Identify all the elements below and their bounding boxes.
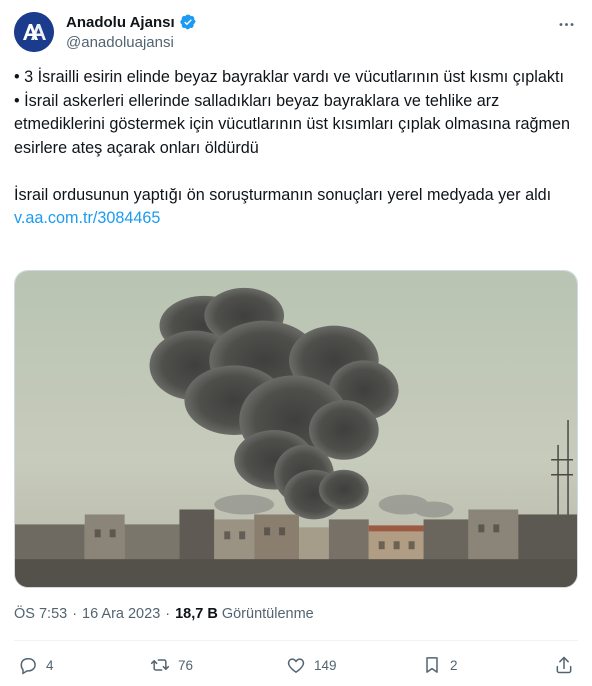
more-horizontal-icon[interactable] (554, 12, 578, 36)
bookmark-count: 2 (450, 657, 458, 673)
tweet-line-2: • İsrail askerleri ellerinde salladıklar… (14, 91, 570, 157)
meta-separator-2: · (165, 606, 171, 622)
meta-separator: · (72, 606, 78, 622)
tweet-line-3-text: İsrail ordusunun yaptığı ön soruşturmanı… (14, 185, 552, 204)
tweet-card: Anadolu Ajansı @anadoluajansi • 3 İsrail… (0, 0, 592, 686)
bookmark-button[interactable]: 2 (422, 652, 458, 678)
views-label: Görüntülenme (221, 606, 314, 622)
aa-logo-icon (14, 12, 54, 52)
verified-badge-icon[interactable] (179, 13, 197, 31)
author-display-name[interactable]: Anadolu Ajansı (66, 14, 175, 31)
reply-button[interactable]: 4 (18, 652, 54, 678)
heart-icon (286, 655, 306, 675)
share-button[interactable] (554, 652, 574, 678)
tweet-line-3: İsrail ordusunun yaptığı ön soruşturmanı… (14, 184, 574, 231)
views-count: 18,7 B (175, 606, 218, 622)
bookmark-icon (422, 655, 442, 675)
divider (14, 640, 578, 641)
retweet-icon (150, 655, 170, 675)
retweet-count: 76 (178, 657, 194, 673)
tweet-date[interactable]: 16 Ara 2023 (82, 606, 160, 622)
tweet-time[interactable]: ÖS 7:53 (14, 606, 67, 622)
reply-icon (18, 655, 38, 675)
reply-count: 4 (46, 657, 54, 673)
tweet-line-1: • 3 İsrailli esirin elinde beyaz bayrakl… (14, 68, 564, 86)
tweet-actions: 4 76 149 2 (0, 652, 592, 678)
like-button[interactable]: 149 (286, 652, 337, 678)
like-count: 149 (314, 657, 337, 673)
retweet-button[interactable]: 76 (150, 652, 193, 678)
tweet-photo[interactable] (14, 270, 578, 588)
author-handle[interactable]: @anadoluajansi (66, 34, 174, 51)
avatar[interactable] (14, 12, 54, 52)
author-name-row: Anadolu Ajansı (66, 13, 197, 31)
photo-smoke-over-city (15, 271, 577, 587)
tweet-link[interactable]: v.aa.com.tr/3084465 (14, 209, 160, 227)
share-icon (554, 655, 574, 675)
tweet-meta: ÖS 7:53 · 16 Ara 2023 · 18,7 B Görüntüle… (14, 606, 314, 622)
tweet-text: • 3 İsrailli esirin elinde beyaz bayrakl… (14, 66, 574, 231)
